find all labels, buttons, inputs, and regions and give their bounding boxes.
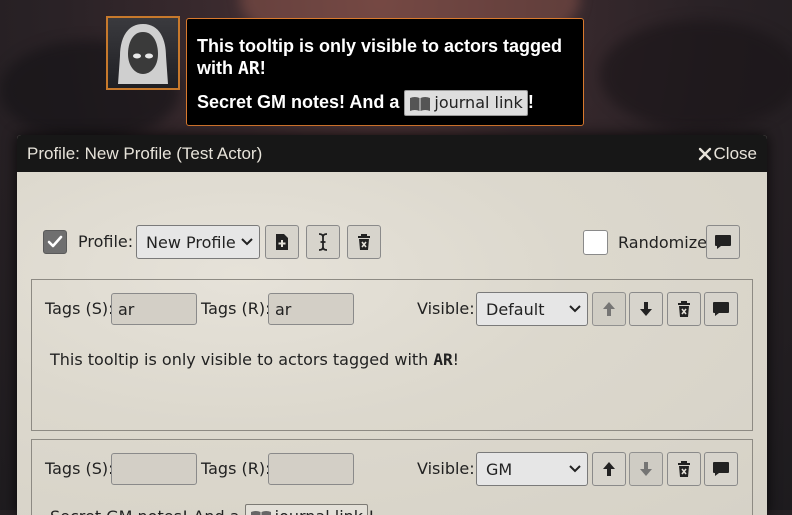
move-down-button[interactable]	[629, 452, 663, 486]
tags-s-label: Tags (S):	[45, 299, 114, 318]
tags-r-label: Tags (R):	[201, 299, 271, 318]
tooltip-line-1: This tooltip is only visible to actors t…	[197, 36, 563, 79]
tags-r-input[interactable]: ar	[268, 293, 354, 325]
book-icon	[250, 511, 271, 515]
visible-select[interactable]: GM	[476, 452, 588, 486]
chat-entry-button[interactable]	[704, 452, 738, 486]
randomize-label: Randomize	[618, 233, 707, 252]
arrow-up-icon	[603, 462, 615, 476]
window-title: Profile: New Profile (Test Actor)	[27, 143, 263, 163]
add-file-icon	[276, 234, 288, 250]
chevron-down-icon	[241, 238, 253, 246]
trash-icon	[678, 461, 690, 477]
randomize-checkbox[interactable]	[583, 230, 608, 255]
tags-r-label: Tags (R):	[201, 459, 271, 478]
trash-icon	[678, 301, 690, 317]
visible-select[interactable]: Default	[476, 292, 588, 326]
delete-entry-button[interactable]	[667, 452, 701, 486]
actor-tooltip: This tooltip is only visible to actors t…	[186, 18, 584, 126]
delete-entry-button[interactable]	[667, 292, 701, 326]
profile-label: Profile:	[78, 232, 134, 251]
visible-label: Visible:	[417, 299, 475, 318]
close-icon	[698, 147, 711, 160]
move-up-button[interactable]	[592, 292, 626, 326]
tags-s-input[interactable]	[111, 453, 197, 485]
new-profile-button[interactable]	[265, 225, 299, 259]
visible-select-value: Default	[486, 299, 545, 319]
book-icon	[410, 97, 431, 111]
tooltip-entry: Tags (S): ar Tags (R): ar Visible: Defau…	[31, 279, 753, 431]
tags-s-input[interactable]: ar	[111, 293, 197, 325]
arrow-up-icon	[603, 302, 615, 316]
tag-code: AR	[238, 58, 260, 79]
tooltip-entry: Tags (S): Tags (R): Visible: GM Secr	[31, 439, 753, 515]
background-shadow	[600, 20, 792, 130]
close-label: Close	[713, 143, 757, 163]
visible-label: Visible:	[417, 459, 475, 478]
trash-icon	[358, 234, 370, 250]
move-up-button[interactable]	[592, 452, 626, 486]
profile-select[interactable]: New Profile	[136, 225, 260, 259]
comment-icon	[715, 235, 731, 249]
tags-r-input[interactable]	[268, 453, 354, 485]
chevron-down-icon	[569, 305, 581, 313]
arrow-down-icon	[640, 302, 652, 316]
profile-window: Profile: New Profile (Test Actor) Close …	[17, 135, 767, 515]
arrow-down-icon	[640, 462, 652, 476]
delete-profile-button[interactable]	[347, 225, 381, 259]
chevron-down-icon	[569, 465, 581, 473]
comment-icon	[713, 462, 729, 476]
hooded-figure-icon	[118, 24, 168, 84]
entry-text-editor[interactable]: This tooltip is only visible to actors t…	[50, 350, 459, 369]
move-down-button[interactable]	[629, 292, 663, 326]
comment-icon	[713, 302, 729, 316]
tag-code: AR	[433, 350, 453, 369]
window-header[interactable]: Profile: New Profile (Test Actor) Close	[17, 135, 767, 172]
close-button[interactable]: Close	[698, 144, 757, 164]
tooltip-line-2: Secret GM notes! And a journal link!	[197, 90, 573, 116]
check-icon	[47, 235, 63, 248]
randomize-chat-button[interactable]	[706, 225, 740, 259]
actor-token[interactable]	[106, 16, 180, 90]
profile-select-value: New Profile	[146, 232, 236, 252]
rename-profile-button[interactable]	[306, 225, 340, 259]
tags-s-label: Tags (S):	[45, 459, 114, 478]
text-cursor-icon	[318, 233, 328, 251]
journal-link[interactable]: journal link	[404, 90, 528, 116]
chat-entry-button[interactable]	[704, 292, 738, 326]
visible-select-value: GM	[486, 459, 513, 479]
profile-enabled-checkbox[interactable]	[43, 230, 67, 254]
window-content: Profile: New Profile Randomize Tags (S):…	[17, 172, 767, 515]
